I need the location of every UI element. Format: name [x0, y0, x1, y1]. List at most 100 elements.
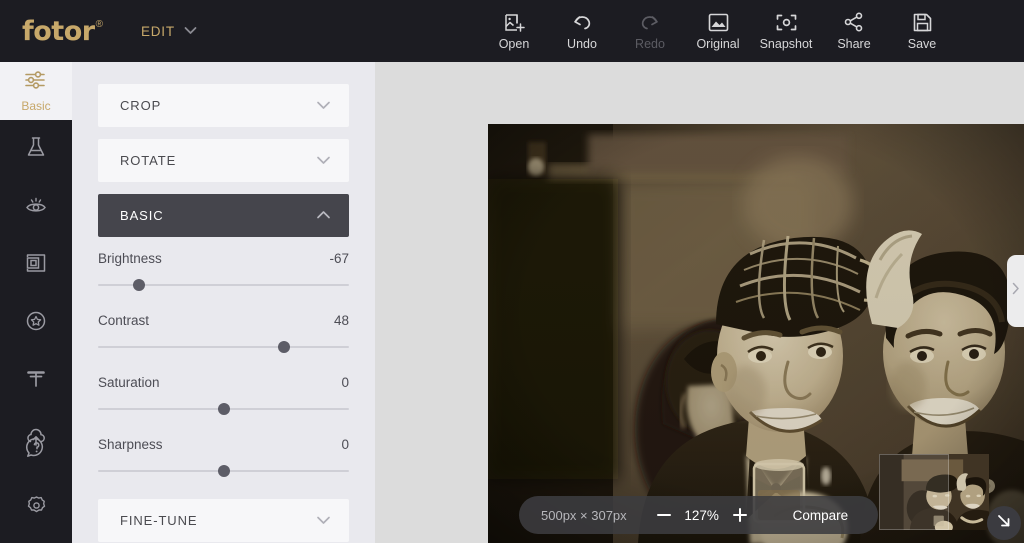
sidebar-item-stickers[interactable] — [0, 294, 72, 352]
section-basic[interactable]: BASIC — [98, 194, 349, 237]
section-rotate-label: ROTATE — [120, 153, 177, 168]
share-label: Share — [837, 37, 871, 51]
flask-icon — [24, 135, 48, 164]
undo-arrow-icon — [571, 11, 593, 33]
section-crop[interactable]: CROP — [98, 84, 349, 127]
undo-button[interactable]: Undo — [548, 0, 616, 62]
zoom-in-button[interactable] — [727, 502, 753, 528]
slider-brightness-label: Brightness — [98, 251, 162, 266]
slider-sharpness-label: Sharpness — [98, 437, 163, 452]
chevron-down-icon — [184, 22, 197, 40]
section-basic-label: BASIC — [120, 208, 164, 223]
minimap-navigator[interactable] — [879, 454, 989, 530]
settings-gear-icon — [25, 494, 48, 522]
snapshot-button[interactable]: Snapshot — [752, 0, 820, 62]
adjustments-panel: CROP ROTATE BASIC Brightness -67 Contras… — [72, 62, 375, 543]
edit-menu-label: EDIT — [140, 23, 175, 39]
slider-brightness-value: -67 — [329, 251, 349, 266]
slider-saturation-value: 0 — [341, 375, 349, 390]
share-button[interactable]: Share — [820, 0, 888, 62]
text-t-icon — [25, 368, 47, 395]
slider-brightness-track[interactable] — [98, 279, 349, 291]
toolbar-actions: Open Undo Redo Original Snapshot Share S… — [480, 0, 956, 62]
section-fine-tune[interactable]: FINE-TUNE — [98, 499, 349, 542]
arrow-down-right-icon — [996, 513, 1012, 534]
logo-wordmark: fotor — [22, 15, 95, 47]
sidebar-item-basic[interactable]: Basic — [0, 62, 72, 120]
slider-sharpness: Sharpness 0 — [98, 437, 349, 477]
chevron-down-icon — [316, 152, 331, 170]
sidebar-item-beauty[interactable] — [0, 178, 72, 236]
chevron-right-icon — [1012, 282, 1020, 300]
chevron-down-icon — [316, 512, 331, 530]
slider-brightness: Brightness -67 — [98, 251, 349, 291]
slider-contrast-value: 48 — [333, 313, 349, 328]
slider-saturation-thumb[interactable] — [217, 403, 230, 415]
chevron-down-icon — [316, 97, 331, 115]
minimap-viewport-rect[interactable] — [879, 454, 949, 530]
help-question-icon — [25, 436, 48, 464]
save-label: Save — [907, 37, 937, 51]
edit-menu-button[interactable]: EDIT — [141, 22, 197, 40]
registered-mark: ® — [95, 18, 103, 30]
snapshot-label: Snapshot — [759, 37, 813, 51]
rail-bottom-group — [0, 421, 72, 537]
sidebar-item-basic-label: Basic — [21, 99, 51, 113]
slider-contrast-track[interactable] — [98, 341, 349, 353]
help-button[interactable] — [0, 421, 72, 479]
zoom-level-label: 127% — [684, 507, 719, 523]
floppy-disk-icon — [913, 11, 932, 33]
slider-sharpness-thumb[interactable] — [217, 465, 230, 477]
settings-button[interactable] — [0, 479, 72, 537]
zoom-out-button[interactable] — [651, 502, 677, 528]
open-label: Open — [498, 37, 530, 51]
section-fine-tune-label: FINE-TUNE — [120, 513, 198, 528]
sidebar-item-effects[interactable] — [0, 120, 72, 178]
fotor-editor-window: fotor ® EDIT Open Undo Redo Original Sna… — [0, 0, 1024, 543]
save-button[interactable]: Save — [888, 0, 956, 62]
eye-beauty-icon — [24, 193, 48, 222]
slider-sharpness-track[interactable] — [98, 465, 349, 477]
share-nodes-icon — [844, 11, 864, 33]
top-toolbar: fotor ® EDIT Open Undo Redo Original Sna… — [0, 0, 1024, 62]
sidebar-item-frames[interactable] — [0, 236, 72, 294]
minimap-toggle-button[interactable] — [987, 506, 1021, 540]
sidebar-item-text[interactable] — [0, 352, 72, 410]
slider-sharpness-value: 0 — [341, 437, 349, 452]
editor-canvas[interactable]: 500px × 307px 127% Compare — [375, 62, 1024, 543]
fotor-logo[interactable]: fotor ® — [22, 18, 103, 45]
slider-saturation: Saturation 0 — [98, 375, 349, 415]
original-label: Original — [696, 37, 740, 51]
basic-sliders: Brightness -67 Contrast 48 Saturation 0 … — [98, 251, 349, 477]
original-button[interactable]: Original — [684, 0, 752, 62]
sticker-star-icon — [24, 309, 48, 338]
section-rotate[interactable]: ROTATE — [98, 139, 349, 182]
open-button[interactable]: Open — [480, 0, 548, 62]
compare-button[interactable]: Compare — [793, 508, 849, 523]
image-dimensions-label: 500px × 307px — [541, 507, 627, 523]
canvas-status-bar: 500px × 307px 127% Compare — [519, 496, 879, 534]
image-add-icon — [504, 11, 525, 33]
slider-contrast: Contrast 48 — [98, 313, 349, 353]
redo-button[interactable]: Redo — [616, 0, 684, 62]
slider-contrast-label: Contrast — [98, 313, 150, 328]
slider-brightness-head: Brightness -67 — [98, 251, 349, 266]
slider-saturation-label: Saturation — [98, 375, 160, 390]
focus-frame-icon — [776, 11, 797, 33]
image-icon — [708, 11, 729, 33]
undo-label: Undo — [567, 37, 597, 51]
slider-saturation-track[interactable] — [98, 403, 349, 415]
left-tool-rail: Basic — [0, 62, 72, 543]
slider-sharpness-head: Sharpness 0 — [98, 437, 349, 452]
redo-label: Redo — [635, 37, 665, 51]
panel-expand-tab[interactable] — [1007, 255, 1024, 327]
slider-brightness-thumb[interactable] — [133, 279, 146, 291]
frame-icon — [24, 252, 48, 279]
section-crop-label: CROP — [120, 98, 162, 113]
sliders-icon — [24, 69, 48, 96]
slider-contrast-head: Contrast 48 — [98, 313, 349, 328]
chevron-up-icon — [316, 207, 331, 225]
slider-saturation-head: Saturation 0 — [98, 375, 349, 390]
redo-arrow-icon — [639, 11, 661, 33]
slider-contrast-thumb[interactable] — [277, 341, 290, 353]
